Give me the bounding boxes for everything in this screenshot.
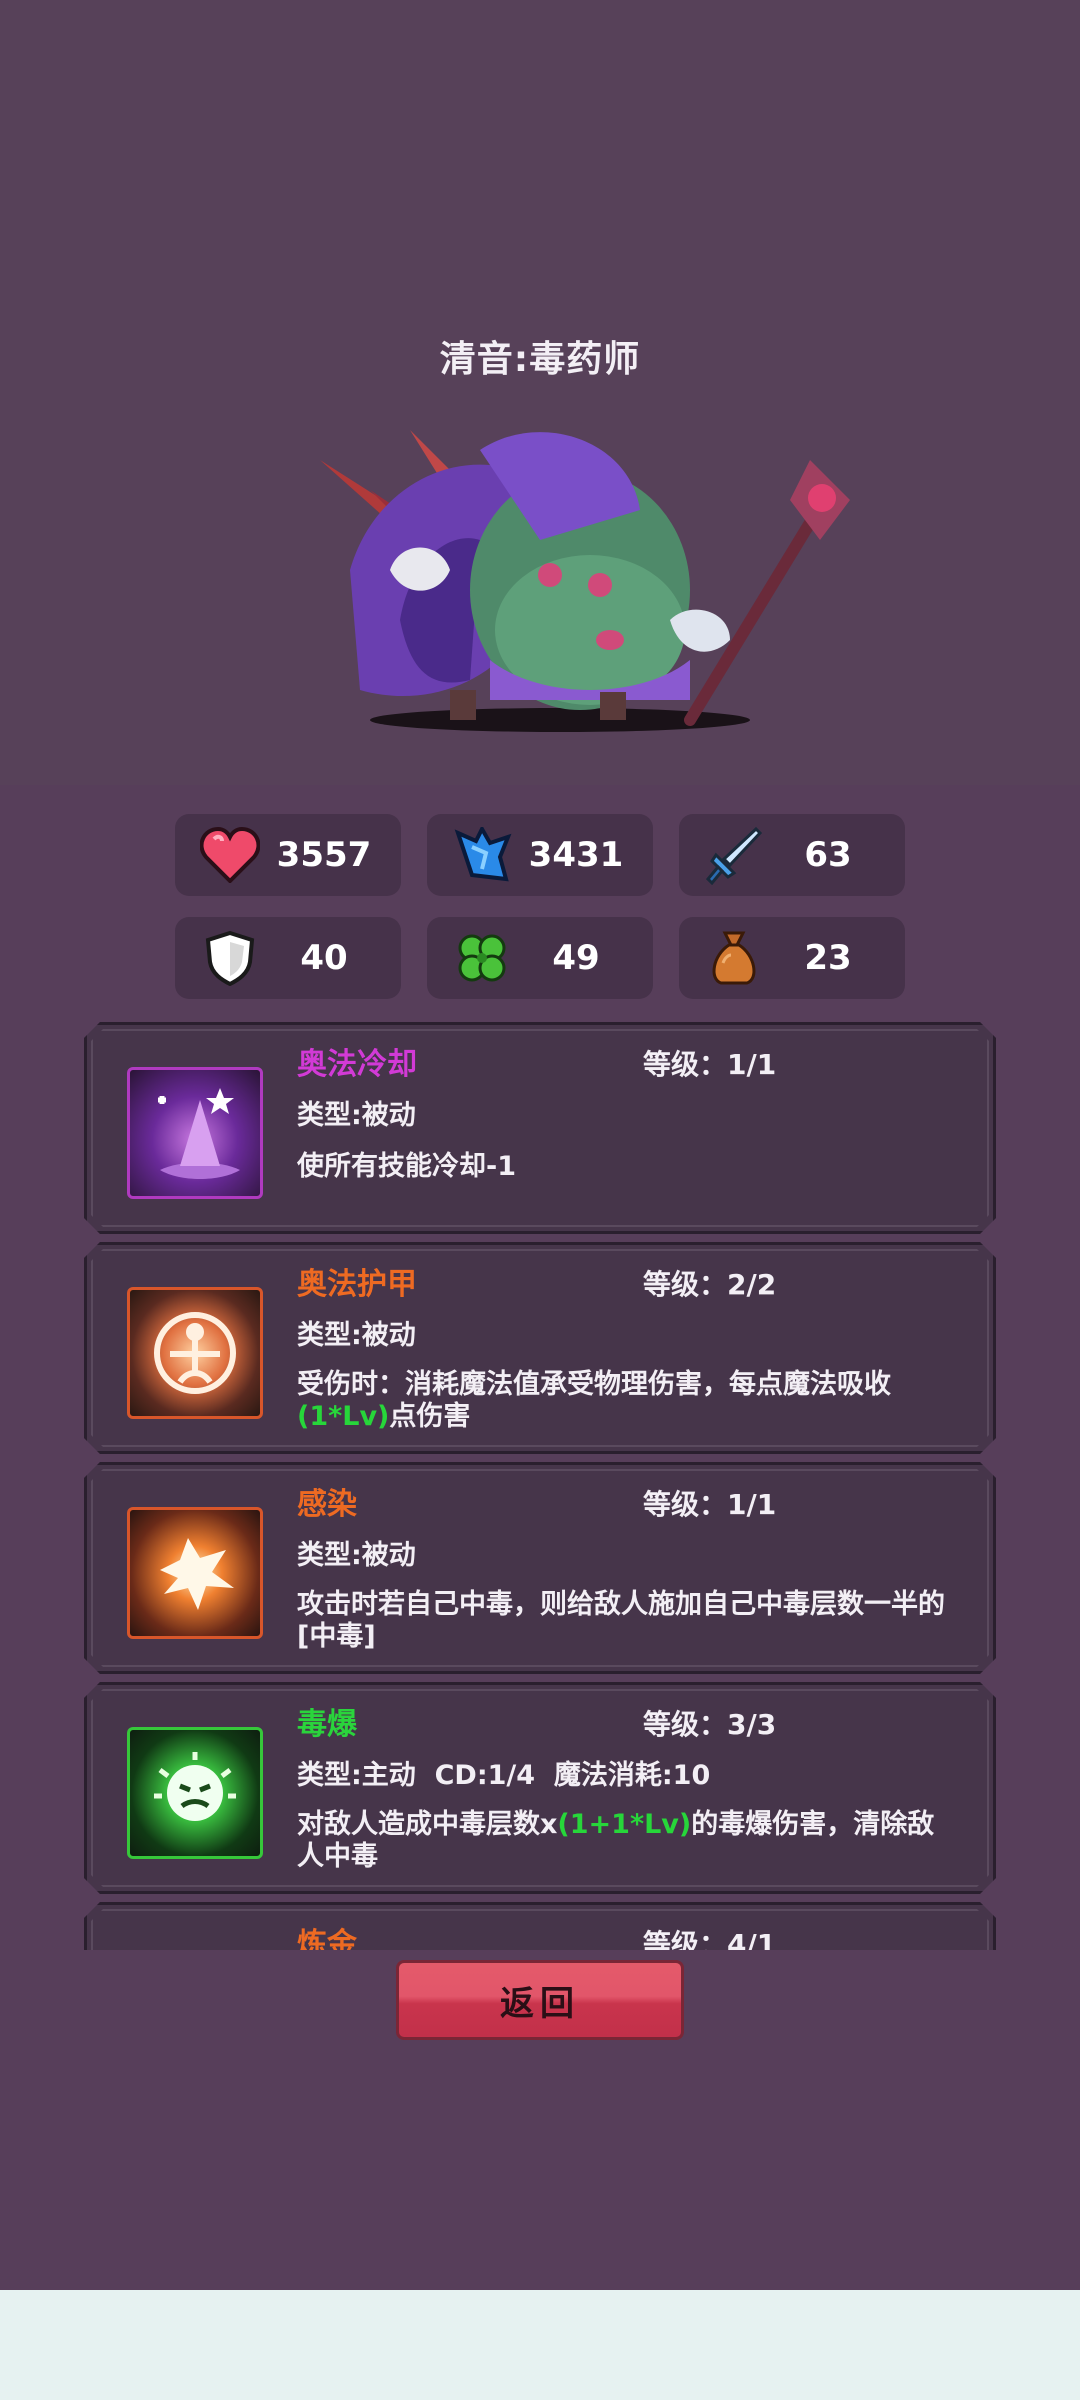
hero-portrait — [320, 430, 850, 732]
skills-list[interactable]: 奥法冷却 等级：1/1 类型:被动 使所有技能冷却-1 奥法护甲 等级：2/2 … — [84, 1022, 996, 1950]
skill-type: 类型:被动 — [297, 1320, 416, 1351]
hero-area: 清音:毒药师 — [0, 0, 1080, 785]
skill-description: 受伤时：消耗魔法值承受物理伤害，每点魔法吸收(1*Lv)点伤害 — [297, 1369, 891, 1432]
stat-defense-value: 40 — [300, 938, 348, 978]
system-navigation-bar — [0, 2290, 1080, 2400]
stat-mana-value: 3431 — [528, 835, 624, 875]
sword-icon — [699, 820, 769, 890]
arcane-armor-icon — [127, 1287, 263, 1419]
skill-name: 感染 — [297, 1487, 357, 1522]
wizard-hat-icon — [127, 1067, 263, 1199]
skill-name: 奥法冷却 — [297, 1047, 417, 1082]
skill-level: 等级：4/1 — [643, 1928, 777, 1950]
stat-attack-value: 63 — [804, 835, 852, 875]
skill-name: 炼金 — [297, 1927, 357, 1950]
skill-name: 奥法护甲 — [297, 1267, 417, 1302]
skill-card-infection[interactable]: 感染 等级：1/1 类型:被动 攻击时若自己中毒，则给敌人施加自己中毒层数一半的… — [84, 1462, 996, 1674]
stat-luck: 49 — [427, 917, 653, 999]
skill-description: 攻击时若自己中毒，则给敌人施加自己中毒层数一半的[中毒] — [297, 1589, 945, 1652]
skill-name: 毒爆 — [297, 1707, 357, 1742]
skill-level: 等级：1/1 — [643, 1488, 777, 1521]
stat-mana: 3431 — [427, 814, 653, 896]
skill-card-alchemy[interactable]: 炼金 等级：4/1 — [84, 1902, 996, 1950]
mana-crystal-icon — [447, 820, 517, 890]
stat-gold: 23 — [679, 917, 905, 999]
stat-health: 3557 — [175, 814, 401, 896]
stat-luck-value: 49 — [552, 938, 600, 978]
skill-card-arcane-cooldown[interactable]: 奥法冷却 等级：1/1 类型:被动 使所有技能冷却-1 — [84, 1022, 996, 1234]
shield-icon — [195, 923, 265, 993]
stat-attack: 63 — [679, 814, 905, 896]
hero-title: 清音:毒药师 — [439, 339, 641, 380]
skill-type: 类型:主动 CD:1/4 魔法消耗:10 — [297, 1760, 711, 1791]
splash-icon — [127, 1507, 263, 1639]
skill-description: 对敌人造成中毒层数x(1+1*Lv)的毒爆伤害，清除敌人中毒 — [297, 1809, 935, 1872]
stat-defense: 40 — [175, 917, 401, 999]
angry-face-icon — [127, 1727, 263, 1859]
clover-icon — [447, 923, 517, 993]
skill-card-poison-burst[interactable]: 毒爆 等级：3/3 类型:主动 CD:1/4 魔法消耗:10 对敌人造成中毒层数… — [84, 1682, 996, 1894]
return-button[interactable]: 返回 — [396, 1960, 684, 2040]
stat-gold-value: 23 — [804, 938, 852, 978]
heart-icon — [195, 820, 265, 890]
skill-card-arcane-armor[interactable]: 奥法护甲 等级：2/2 类型:被动 受伤时：消耗魔法值承受物理伤害，每点魔法吸收… — [84, 1242, 996, 1454]
skill-level: 等级：2/2 — [643, 1268, 777, 1301]
skill-type: 类型:被动 — [297, 1540, 416, 1571]
money-bag-icon — [699, 923, 769, 993]
skill-description: 使所有技能冷却-1 — [297, 1151, 516, 1182]
stat-health-value: 3557 — [276, 835, 372, 875]
skill-level: 等级：1/1 — [643, 1048, 777, 1081]
skill-level: 等级：3/3 — [643, 1708, 777, 1741]
skill-type: 类型:被动 — [297, 1100, 416, 1131]
